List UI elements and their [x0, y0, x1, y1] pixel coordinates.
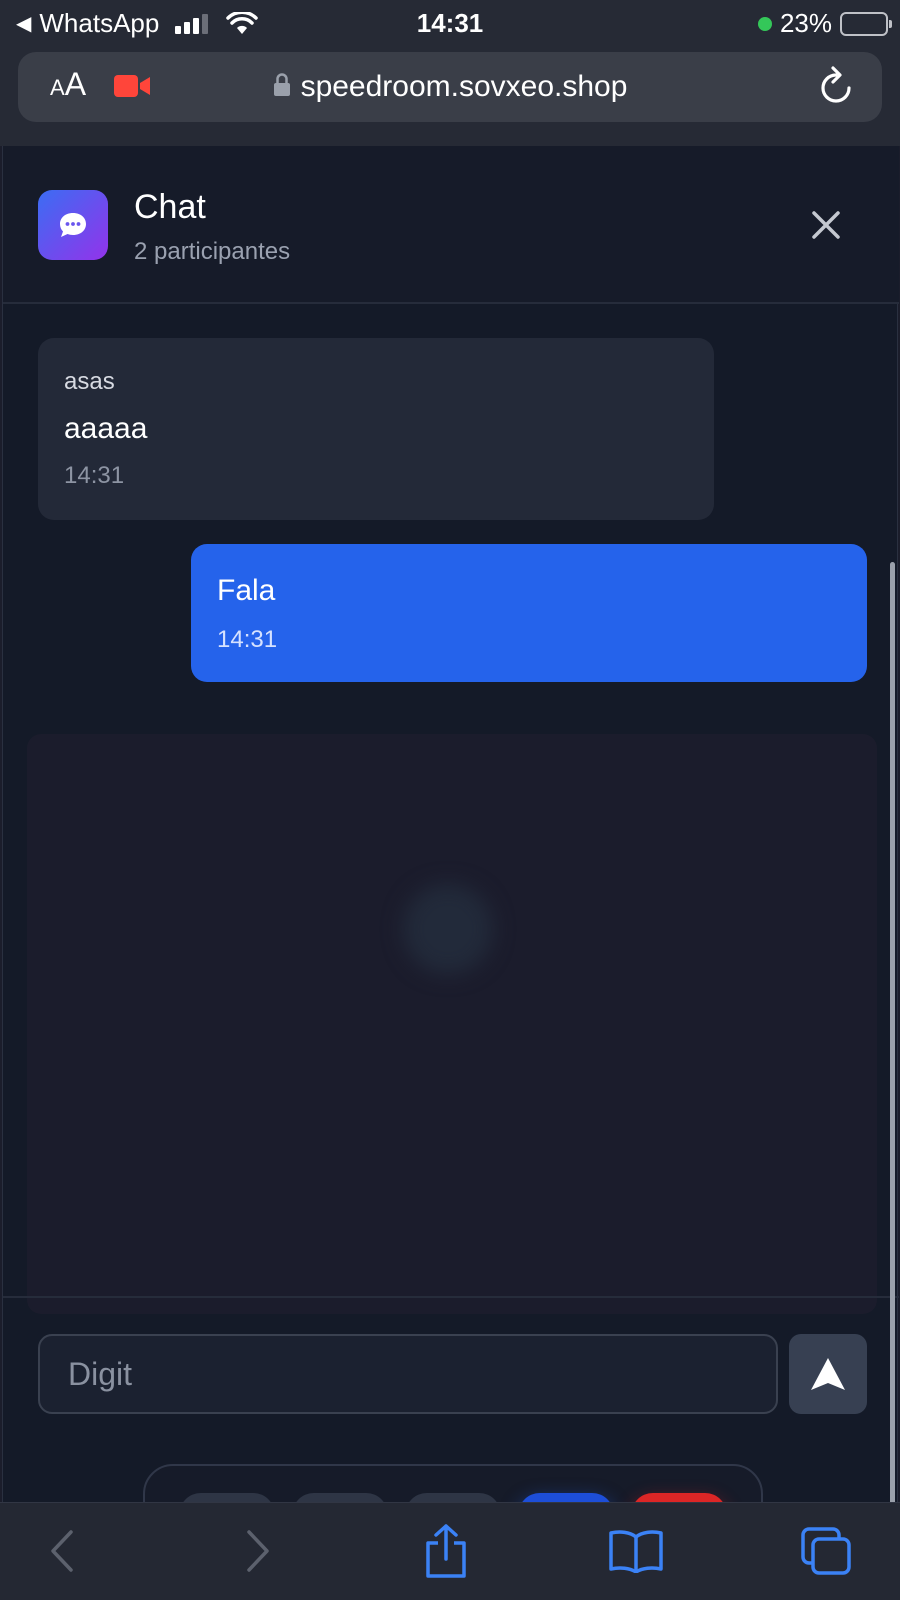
close-icon	[812, 211, 840, 239]
url-text: speedroom.sovxeo.shop	[300, 70, 628, 103]
message-time: 14:31	[217, 626, 278, 653]
participant-count: 2 participantes	[134, 238, 291, 265]
bookmarks-button[interactable]	[606, 1523, 666, 1579]
camera-in-use-indicator	[757, 16, 772, 31]
reload-icon[interactable]	[816, 66, 856, 108]
battery-icon	[840, 11, 892, 36]
forward-button[interactable]	[238, 1523, 278, 1579]
incoming-message: asas aaaaa 14:31	[38, 338, 714, 520]
chat-logo	[38, 190, 108, 260]
composer-divider	[3, 1296, 899, 1298]
share-icon	[426, 1524, 466, 1578]
message-text: aaaaa	[64, 412, 148, 445]
chat-title: Chat	[134, 188, 206, 226]
back-button[interactable]	[42, 1523, 82, 1579]
share-button[interactable]	[420, 1523, 472, 1579]
scrollbar[interactable]	[890, 562, 895, 1600]
chevron-left-icon	[51, 1530, 73, 1572]
battery-percent: 23%	[779, 8, 832, 38]
message-list[interactable]: asas aaaaa 14:31 Fala 14:31	[3, 304, 899, 1314]
outgoing-message: Fala 14:31	[191, 544, 867, 682]
message-time: 14:31	[64, 462, 125, 489]
chat-header: Chat 2 participantes	[3, 146, 899, 304]
message-author: asas	[64, 368, 115, 395]
send-icon	[811, 1358, 845, 1390]
lock-icon	[273, 73, 290, 97]
chat-bubble-icon	[60, 213, 86, 237]
address-bar[interactable]: AA speedroom.sovxeo.shop	[18, 52, 882, 122]
url-display[interactable]: speedroom.sovxeo.shop	[18, 70, 882, 104]
message-text: Fala	[217, 574, 276, 607]
close-button[interactable]	[803, 202, 849, 248]
browser-toolbar	[0, 1502, 900, 1600]
background-avatar	[403, 884, 493, 974]
tabs-icon	[801, 1527, 851, 1575]
book-icon	[609, 1530, 663, 1573]
message-input[interactable]: Digit	[38, 1334, 778, 1414]
status-bar: ◀ WhatsApp 14:31 23%	[0, 0, 900, 46]
browser-address-area: AA speedroom.sovxeo.shop	[0, 46, 900, 146]
status-right: 23%	[757, 8, 892, 39]
chat-panel: Chat 2 participantes asas aaaaa 14:31 Fa…	[2, 146, 899, 1600]
chevron-right-icon	[247, 1530, 269, 1572]
background-video-tile	[27, 734, 877, 1314]
send-button[interactable]	[789, 1334, 867, 1414]
tabs-button[interactable]	[798, 1523, 854, 1579]
